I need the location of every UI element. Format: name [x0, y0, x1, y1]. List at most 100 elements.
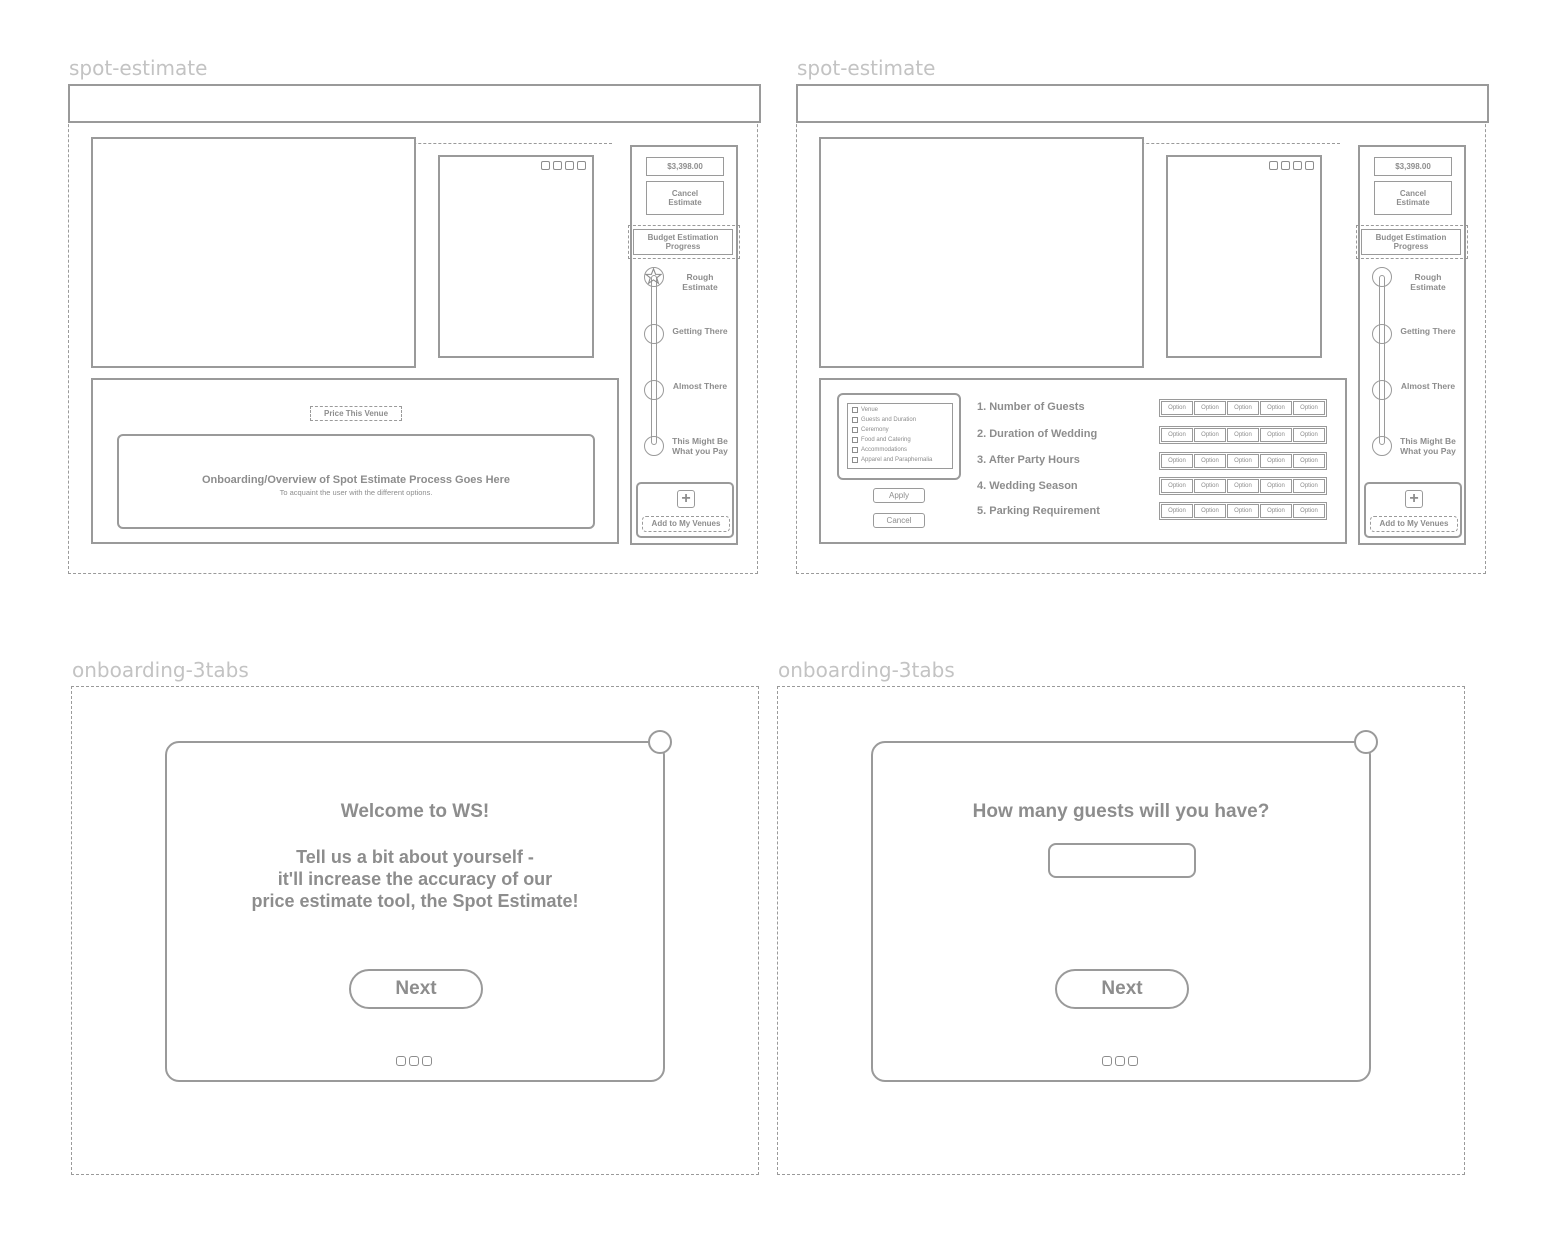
price-venue-button[interactable]: Price This Venue: [310, 406, 402, 421]
category-list-box: Venue Guests and Duration Ceremony Food …: [837, 393, 961, 480]
option-button[interactable]: Option: [1260, 428, 1292, 442]
option-button[interactable]: Option: [1293, 401, 1325, 415]
option-button[interactable]: Option: [1161, 504, 1193, 518]
check-accommodations[interactable]: Accommodations: [852, 445, 948, 455]
option-row-guests: Option Option Option Option Option: [1159, 399, 1327, 417]
close-icon[interactable]: [648, 730, 672, 754]
share-icons[interactable]: [1269, 161, 1314, 170]
option-button[interactable]: Option: [1260, 504, 1292, 518]
step-marker-almost: [1372, 380, 1392, 400]
option-button[interactable]: Option: [1227, 479, 1259, 493]
add-venue-card: + Add to My Venues: [1364, 482, 1462, 538]
option-button[interactable]: Option: [1227, 401, 1259, 415]
cancel-button[interactable]: Cancel: [873, 513, 925, 528]
add-to-venues-button[interactable]: Add to My Venues: [1370, 516, 1458, 532]
option-button[interactable]: Option: [1161, 454, 1193, 468]
option-button[interactable]: Option: [1260, 479, 1292, 493]
instagram-icon[interactable]: [565, 161, 574, 170]
option-button[interactable]: Option: [1227, 428, 1259, 442]
option-button[interactable]: Option: [1293, 454, 1325, 468]
cancel-estimate-button[interactable]: Cancel Estimate: [646, 181, 724, 215]
step-marker-rough: [1372, 267, 1392, 287]
option-button[interactable]: Option: [1194, 504, 1226, 518]
onboarding-subtitle: To acquaint the user with the different …: [279, 488, 433, 497]
question-season: 4. Wedding Season: [977, 480, 1078, 492]
page-dot[interactable]: [1102, 1056, 1112, 1066]
question-afterparty: 3. After Party Hours: [977, 454, 1080, 466]
pagination-dots[interactable]: [396, 1056, 432, 1066]
estimate-options-panel: Venue Guests and Duration Ceremony Food …: [819, 378, 1347, 544]
step-label-almost: Almost There: [1400, 381, 1456, 391]
option-button[interactable]: Option: [1293, 479, 1325, 493]
onboarding-title: Onboarding/Overview of Spot Estimate Pro…: [201, 474, 511, 486]
facebook-icon[interactable]: [1269, 161, 1278, 170]
page-dot[interactable]: [1128, 1056, 1138, 1066]
option-row-duration: Option Option Option Option Option: [1159, 426, 1327, 444]
check-food[interactable]: Food and Catering: [852, 435, 948, 445]
plus-icon[interactable]: +: [1405, 490, 1423, 508]
plus-icon[interactable]: +: [677, 490, 695, 508]
instagram-icon[interactable]: [1293, 161, 1302, 170]
option-row-afterparty: Option Option Option Option Option: [1159, 452, 1327, 470]
option-button[interactable]: Option: [1293, 504, 1325, 518]
option-button[interactable]: Option: [1260, 401, 1292, 415]
apply-button[interactable]: Apply: [873, 488, 925, 503]
step-marker-getting: [644, 324, 664, 344]
option-button[interactable]: Option: [1293, 428, 1325, 442]
guests-input[interactable]: [1048, 843, 1196, 878]
welcome-line-3: price estimate tool, the Spot Estimate!: [251, 891, 579, 911]
twitter-icon[interactable]: [1281, 161, 1290, 170]
cancel-estimate-button[interactable]: Cancel Estimate: [1374, 181, 1452, 215]
email-icon[interactable]: [577, 161, 586, 170]
progress-track: [1379, 275, 1385, 445]
check-guests[interactable]: Guests and Duration: [852, 415, 948, 425]
page-dot[interactable]: [409, 1056, 419, 1066]
check-ceremony[interactable]: Ceremony: [852, 425, 948, 435]
option-button[interactable]: Option: [1194, 401, 1226, 415]
option-button[interactable]: Option: [1227, 454, 1259, 468]
page-dot[interactable]: [422, 1056, 432, 1066]
page-dot[interactable]: [396, 1056, 406, 1066]
estimate-sidebar: $3,398.00 Cancel Estimate Budget Estimat…: [628, 145, 740, 545]
option-button[interactable]: Option: [1194, 428, 1226, 442]
step-label-getting: Getting There: [1400, 326, 1456, 336]
option-button[interactable]: Option: [1194, 479, 1226, 493]
onboarding-modal: Welcome to WS! Tell us a bit about yours…: [165, 741, 665, 1082]
frame-label: onboarding-3tabs: [72, 658, 249, 682]
option-button[interactable]: Option: [1260, 454, 1292, 468]
page-dot[interactable]: [1115, 1056, 1125, 1066]
step-marker-getting: [1372, 324, 1392, 344]
check-apparel[interactable]: Apparel and Paraphernalia: [852, 455, 948, 465]
close-icon[interactable]: [1354, 730, 1378, 754]
option-button[interactable]: Option: [1161, 428, 1193, 442]
step-label-getting: Getting There: [672, 326, 728, 336]
step-label-final: This Might Be What you Pay: [672, 436, 728, 456]
progress-track: [651, 275, 657, 445]
venue-image-placeholder: [91, 137, 416, 368]
category-checklist: Venue Guests and Duration Ceremony Food …: [847, 403, 953, 469]
email-icon[interactable]: [1305, 161, 1314, 170]
facebook-icon[interactable]: [541, 161, 550, 170]
option-button[interactable]: Option: [1227, 504, 1259, 518]
share-icons[interactable]: [541, 161, 586, 170]
question-guests: 1. Number of Guests: [977, 401, 1085, 413]
guests-question: How many guests will you have?: [972, 801, 1270, 822]
welcome-title: Welcome to WS!: [340, 801, 490, 822]
next-button[interactable]: Next: [1055, 969, 1189, 1009]
pagination-dots[interactable]: [1102, 1056, 1138, 1066]
next-button[interactable]: Next: [349, 969, 483, 1009]
welcome-line-1: Tell us a bit about yourself -: [296, 847, 534, 867]
option-button[interactable]: Option: [1194, 454, 1226, 468]
option-button[interactable]: Option: [1161, 479, 1193, 493]
progress-title: Budget Estimation Progress: [1356, 225, 1468, 259]
step-label-rough: Rough Estimate: [682, 272, 718, 292]
twitter-icon[interactable]: [553, 161, 562, 170]
venue-gallery-placeholder: [1166, 155, 1322, 358]
step-marker-almost: [644, 380, 664, 400]
step-marker-rough-star-icon: [644, 267, 664, 287]
onboarding-panel: Price This Venue Onboarding/Overview of …: [91, 378, 619, 544]
option-button[interactable]: Option: [1161, 401, 1193, 415]
check-venue[interactable]: Venue: [852, 405, 948, 415]
add-to-venues-button[interactable]: Add to My Venues: [642, 516, 730, 532]
frame-label: spot-estimate: [797, 56, 936, 80]
